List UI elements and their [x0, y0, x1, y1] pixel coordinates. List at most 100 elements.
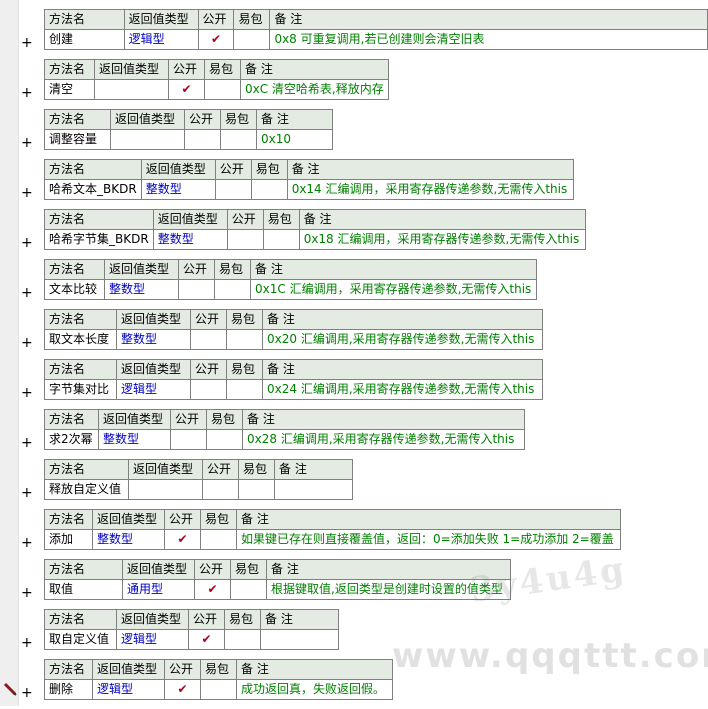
method-name[interactable]: 添加 [44, 529, 93, 550]
public-cell[interactable] [178, 279, 215, 300]
return-type[interactable]: 整数型 [98, 429, 171, 450]
remark[interactable]: 0x8 可重复调用,若已创建则会清空旧表 [269, 29, 708, 50]
easy-pkg-cell[interactable] [214, 279, 251, 300]
method-name[interactable]: 清空 [44, 79, 95, 100]
public-check-icon[interactable]: ✔ [188, 629, 225, 650]
header-method: 方法名 [44, 509, 93, 530]
easy-pkg-cell[interactable] [230, 579, 267, 600]
return-type[interactable]: 整数型 [104, 279, 179, 300]
return-type[interactable]: 逻辑型 [92, 679, 165, 700]
remark[interactable]: 0xC 清空哈希表,释放内存 [240, 79, 389, 100]
method-name[interactable]: 调整容量 [44, 129, 111, 150]
expand-icon[interactable]: + [21, 335, 33, 351]
expand-icon[interactable]: + [21, 585, 33, 601]
expand-icon[interactable]: + [21, 85, 33, 101]
expand-icon[interactable]: + [21, 185, 33, 201]
easy-pkg-cell[interactable] [250, 179, 288, 200]
expand-icon[interactable]: + [21, 435, 33, 451]
return-type[interactable]: 整数型 [92, 529, 165, 550]
public-cell[interactable] [190, 379, 227, 400]
header-method: 方法名 [44, 659, 93, 680]
return-type[interactable] [110, 129, 185, 150]
value-row: 添加 整数型 ✔ 如果键已存在则直接覆盖值，返回：0=添加失败 1=成功添加 2… [44, 529, 621, 550]
method-name[interactable]: 取值 [44, 579, 123, 600]
header-remark: 备 注 [262, 309, 543, 330]
return-type[interactable]: 逻辑型 [123, 29, 199, 50]
public-check-icon[interactable]: ✔ [164, 529, 201, 550]
method-name[interactable]: 释放自定义值 [44, 479, 129, 500]
expand-icon[interactable]: + [21, 635, 33, 651]
header-method: 方法名 [44, 209, 154, 230]
expand-icon[interactable]: + [21, 285, 33, 301]
easy-pkg-cell[interactable] [224, 629, 261, 650]
easy-pkg-cell[interactable] [238, 479, 275, 500]
return-type[interactable] [128, 479, 203, 500]
header-row: 方法名 返回值类型 公开 易包 备 注 [44, 659, 393, 680]
remark[interactable]: 0x18 汇编调用，采用寄存器传递参数,无需传入this [298, 229, 586, 250]
method-name[interactable]: 取自定义值 [44, 629, 117, 650]
method-name[interactable]: 哈希字节集_BKDR [44, 229, 154, 250]
header-public: 公开 [194, 559, 231, 580]
public-check-icon[interactable]: ✔ [194, 579, 231, 600]
method-name[interactable]: 创建 [44, 29, 125, 50]
method-name[interactable]: 字节集对比 [44, 379, 117, 400]
expand-icon[interactable]: + [21, 235, 33, 251]
remark[interactable] [260, 629, 339, 650]
method-name[interactable]: 取文本长度 [44, 329, 117, 350]
method-block: + 方法名 返回值类型 公开 易包 备 注 调整容量 0x10 [0, 109, 708, 159]
public-cell[interactable] [202, 479, 239, 500]
header-row: 方法名 返回值类型 公开 易包 备 注 [44, 309, 543, 330]
return-type[interactable]: 整数型 [152, 229, 228, 250]
public-cell[interactable] [184, 129, 221, 150]
return-type[interactable]: 整数型 [116, 329, 191, 350]
remark[interactable] [274, 479, 353, 500]
public-check-icon[interactable]: ✔ [197, 29, 235, 50]
expand-icon[interactable]: + [21, 535, 33, 551]
easy-pkg-cell[interactable] [200, 529, 237, 550]
easy-pkg-cell[interactable] [226, 379, 263, 400]
easy-pkg-cell[interactable] [233, 29, 271, 50]
easy-pkg-cell[interactable] [204, 79, 241, 100]
method-name[interactable]: 哈希文本_BKDR [44, 179, 142, 200]
public-check-icon[interactable]: ✔ [168, 79, 205, 100]
remark[interactable]: 0x24 汇编调用,采用寄存器传递参数,无需传入this [262, 379, 543, 400]
expand-icon[interactable]: + [21, 485, 33, 501]
easy-pkg-cell[interactable] [226, 329, 263, 350]
value-row: 调整容量 0x10 [44, 129, 333, 150]
remark[interactable]: 如果键已存在则直接覆盖值，返回：0=添加失败 1=成功添加 2=覆盖 [236, 529, 621, 550]
public-cell[interactable] [170, 429, 207, 450]
method-block: + 方法名 返回值类型 公开 易包 备 注 取文本长度 整数型 0x20 汇编调… [0, 309, 708, 359]
public-cell[interactable] [226, 229, 264, 250]
expand-icon[interactable]: + [21, 135, 33, 151]
method-name[interactable]: 求2次幂 [44, 429, 99, 450]
remark[interactable]: 0x20 汇编调用,采用寄存器传递参数,无需传入this [262, 329, 543, 350]
remark[interactable]: 0x28 汇编调用,采用寄存器传递参数,无需传入this [242, 429, 525, 450]
header-public: 公开 [214, 159, 252, 180]
remark[interactable]: 0x1C 汇编调用，采用寄存器传递参数,无需传入this [250, 279, 537, 300]
header-remark: 备 注 [250, 259, 537, 280]
return-type[interactable]: 逻辑型 [116, 629, 189, 650]
public-cell[interactable] [214, 179, 252, 200]
public-check-icon[interactable]: ✔ [164, 679, 201, 700]
return-type[interactable]: 通用型 [122, 579, 195, 600]
header-public: 公开 [197, 9, 235, 30]
return-type[interactable]: 整数型 [140, 179, 216, 200]
expand-icon[interactable]: + [21, 685, 33, 701]
header-row: 方法名 返回值类型 公开 易包 备 注 [44, 209, 586, 230]
expand-icon[interactable]: + [21, 385, 33, 401]
expand-icon[interactable]: + [21, 35, 33, 51]
return-type[interactable]: 逻辑型 [116, 379, 191, 400]
public-cell[interactable] [190, 329, 227, 350]
easy-pkg-cell[interactable] [220, 129, 257, 150]
easy-pkg-cell[interactable] [262, 229, 300, 250]
easy-pkg-cell[interactable] [200, 679, 237, 700]
method-name[interactable]: 文本比较 [44, 279, 105, 300]
return-type[interactable] [94, 79, 169, 100]
method-name[interactable]: 删除 [44, 679, 93, 700]
remark[interactable]: 0x10 [256, 129, 333, 150]
remark[interactable]: 成功返回真，失败返回假。 [236, 679, 393, 700]
method-table: 方法名 返回值类型 公开 易包 备 注 释放自定义值 [44, 459, 353, 500]
header-remark: 备 注 [298, 209, 586, 230]
easy-pkg-cell[interactable] [206, 429, 243, 450]
remark[interactable]: 0x14 汇编调用，采用寄存器传递参数,无需传入this [286, 179, 574, 200]
